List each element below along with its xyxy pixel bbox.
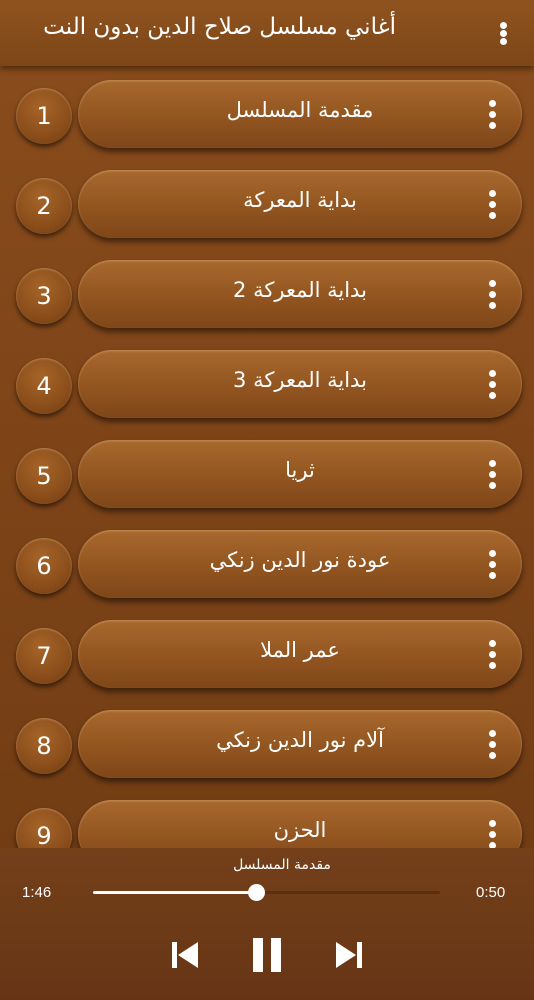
more-vert-icon[interactable] — [488, 100, 496, 129]
track-number: 5 — [16, 448, 72, 504]
track-button[interactable]: بداية المعركة 3 — [78, 350, 522, 418]
track-row[interactable]: 4 بداية المعركة 3 — [0, 350, 534, 420]
track-button[interactable]: آلام نور الدين زنكي — [78, 710, 522, 778]
track-title: بداية المعركة 3 — [233, 368, 367, 392]
more-vert-icon[interactable] — [488, 640, 496, 669]
track-number: 2 — [16, 178, 72, 234]
track-button[interactable]: عودة نور الدين زنكي — [78, 530, 522, 598]
track-number: 7 — [16, 628, 72, 684]
more-vert-icon[interactable] — [488, 460, 496, 489]
player-bar: مقدمة المسلسل 1:46 0:50 — [0, 848, 534, 1000]
track-title: ثريا — [285, 458, 315, 482]
track-title: مقدمة المسلسل — [226, 98, 374, 122]
track-button[interactable]: الحزن — [78, 800, 522, 848]
track-title: عمر الملا — [260, 638, 340, 662]
track-row[interactable]: 5 ثريا — [0, 440, 534, 510]
track-title: الحزن — [273, 818, 327, 842]
remaining-time: 0:50 — [476, 884, 506, 901]
skip-previous-icon[interactable] — [160, 930, 210, 980]
skip-next-icon[interactable] — [324, 930, 374, 980]
seek-bar[interactable] — [93, 884, 440, 901]
more-vert-icon[interactable] — [488, 370, 496, 399]
track-row[interactable]: 9 الحزن — [0, 800, 534, 848]
track-row[interactable]: 2 بداية المعركة — [0, 170, 534, 240]
seek-bar-progress — [93, 891, 257, 894]
track-number: 9 — [16, 808, 72, 848]
now-playing-title: مقدمة المسلسل — [233, 857, 331, 873]
more-vert-icon[interactable] — [488, 730, 496, 759]
seek-thumb[interactable] — [248, 884, 266, 901]
track-row[interactable]: 8 آلام نور الدين زنكي — [0, 710, 534, 780]
more-vert-icon[interactable] — [488, 190, 496, 219]
more-vert-icon[interactable] — [488, 550, 496, 579]
track-title: بداية المعركة 2 — [233, 278, 367, 302]
elapsed-time: 1:46 — [22, 884, 52, 901]
track-title: بداية المعركة — [243, 188, 357, 212]
track-row[interactable]: 3 بداية المعركة 2 — [0, 260, 534, 330]
app-title: أغاني مسلسل صلاح الدين بدون النت — [43, 14, 396, 40]
track-number: 3 — [16, 268, 72, 324]
track-number: 1 — [16, 88, 72, 144]
track-button[interactable]: بداية المعركة — [78, 170, 522, 238]
track-button[interactable]: بداية المعركة 2 — [78, 260, 522, 328]
track-title: آلام نور الدين زنكي — [216, 728, 384, 752]
more-vert-icon[interactable] — [488, 820, 496, 848]
track-row[interactable]: 6 عودة نور الدين زنكي — [0, 530, 534, 600]
track-button[interactable]: عمر الملا — [78, 620, 522, 688]
track-number: 6 — [16, 538, 72, 594]
more-vert-icon[interactable] — [499, 22, 507, 45]
track-button[interactable]: ثريا — [78, 440, 522, 508]
track-list[interactable]: 1 مقدمة المسلسل 2 بداية المعركة 3 بداية … — [0, 66, 534, 848]
pause-icon[interactable] — [242, 930, 292, 980]
app-bar: أغاني مسلسل صلاح الدين بدون النت — [0, 0, 534, 66]
more-vert-icon[interactable] — [488, 280, 496, 309]
track-title: عودة نور الدين زنكي — [209, 548, 391, 572]
track-row[interactable]: 1 مقدمة المسلسل — [0, 80, 534, 150]
track-number: 8 — [16, 718, 72, 774]
track-number: 4 — [16, 358, 72, 414]
track-button[interactable]: مقدمة المسلسل — [78, 80, 522, 148]
track-row[interactable]: 7 عمر الملا — [0, 620, 534, 690]
